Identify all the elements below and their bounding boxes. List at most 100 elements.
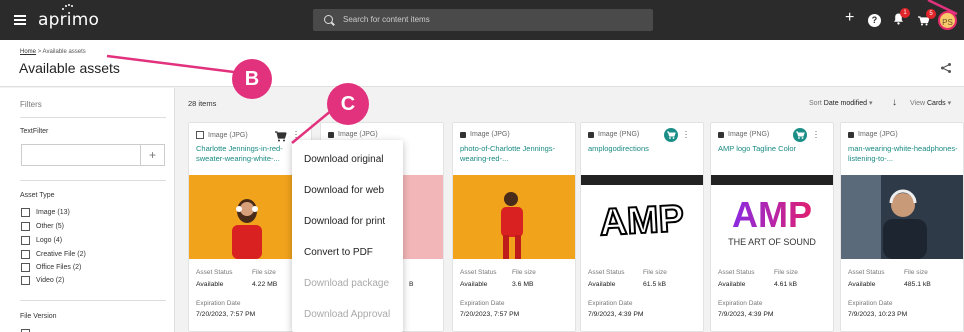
- cart-icon[interactable]: [793, 128, 807, 142]
- asset-type-option[interactable]: Other (5): [21, 221, 64, 231]
- menu-item-download-web[interactable]: Download for web: [304, 185, 384, 196]
- more-options-icon[interactable]: · · ·: [814, 127, 818, 142]
- status-label: Asset Status: [848, 269, 885, 276]
- notification-badge: 1: [900, 8, 910, 18]
- card-title[interactable]: man-wearing-white-headphones-listening-t…: [848, 144, 960, 164]
- status-value: Available: [196, 281, 224, 288]
- top-bar: aprimo Search for content items + ? 1 5 …: [0, 0, 964, 40]
- menu-icon[interactable]: [14, 15, 26, 25]
- asset-type-option[interactable]: Logo (4): [21, 235, 62, 245]
- checkbox[interactable]: [21, 221, 30, 231]
- page-title: Available assets: [19, 60, 120, 76]
- sort-direction-icon[interactable]: ↓: [892, 97, 897, 108]
- cart-badge: 5: [926, 9, 936, 19]
- asset-card[interactable]: Image (PNG) · · · AMP logo Tagline Color A…: [710, 122, 834, 332]
- breadcrumb-separator: >: [37, 49, 42, 55]
- thumb-tagline: THE ART OF SOUND: [728, 237, 816, 247]
- file-version-label: File Version: [20, 313, 57, 320]
- thumbnail[interactable]: [841, 175, 963, 259]
- thumb-logo-text: AMP: [732, 194, 812, 235]
- share-icon[interactable]: [940, 62, 952, 74]
- size-label: File size: [643, 269, 667, 276]
- sort-control[interactable]: Sort Date modified ▾: [809, 99, 872, 107]
- menu-item-download-original[interactable]: Download original: [304, 154, 384, 165]
- size-label: File size: [252, 269, 276, 276]
- size-value: B: [409, 281, 414, 288]
- sort-value[interactable]: Date modified: [824, 100, 867, 107]
- card-title[interactable]: photo-of-Charlotte Jennings-wearing-red-…: [460, 144, 572, 164]
- asset-card[interactable]: Image (PNG) · · · amplogodirections AMP As…: [580, 122, 704, 332]
- status-value: Available: [588, 281, 616, 288]
- thumbnail[interactable]: [453, 175, 575, 259]
- card-type: Image (JPG): [328, 131, 378, 138]
- callout-b: B: [232, 59, 272, 99]
- checkbox[interactable]: [21, 235, 30, 245]
- asset-type-option[interactable]: Creative File (2): [21, 249, 86, 259]
- file-version-option[interactable]: [21, 328, 36, 332]
- page-header: Home > Available assets Available assets: [0, 40, 964, 87]
- cart-icon[interactable]: [273, 129, 287, 143]
- checkbox[interactable]: [21, 275, 30, 285]
- app-logo[interactable]: aprimo: [38, 10, 99, 30]
- image-icon: [460, 131, 466, 138]
- cart-icon[interactable]: [664, 128, 678, 142]
- checkbox[interactable]: [21, 262, 30, 272]
- items-count: 28 items: [188, 99, 217, 108]
- thumbnail[interactable]: AMP: [581, 175, 703, 259]
- view-value[interactable]: Cards: [927, 100, 946, 107]
- menu-item-download-approval: Download Approval: [304, 309, 391, 320]
- size-label: File size: [774, 269, 798, 276]
- image-icon: [848, 131, 854, 138]
- menu-item-download-print[interactable]: Download for print: [304, 216, 385, 227]
- expiration-value: 7/20/2023, 7:57 PM: [460, 311, 520, 318]
- status-value: Available: [718, 281, 746, 288]
- size-value: 4.61 kB: [774, 281, 798, 288]
- status-label: Asset Status: [196, 269, 233, 276]
- expiration-value: 7/9/2023, 4:39 PM: [718, 311, 774, 318]
- more-options-icon[interactable]: · · ·: [294, 127, 298, 142]
- expiration-value: 7/20/2023, 7:57 PM: [196, 311, 256, 318]
- size-value: 4.22 MB: [252, 281, 278, 288]
- divider: [20, 117, 166, 118]
- add-filter-button[interactable]: +: [141, 144, 165, 166]
- asset-card[interactable]: Image (JPG) photo-of-Charlotte Jennings-…: [452, 122, 576, 332]
- filters-heading: Filters: [20, 100, 42, 109]
- checkbox[interactable]: [21, 328, 30, 332]
- type-label: Image (PNG): [728, 131, 770, 138]
- image-icon: [588, 131, 594, 138]
- search-icon: [324, 15, 333, 24]
- thumbnail[interactable]: AMP THE ART OF SOUND: [711, 175, 833, 259]
- size-value: 3.6 MB: [512, 281, 534, 288]
- checkbox[interactable]: [21, 249, 30, 259]
- menu-item-convert-pdf[interactable]: Convert to PDF: [304, 247, 373, 258]
- size-label: File size: [904, 269, 928, 276]
- select-checkbox[interactable]: [196, 131, 204, 139]
- size-value: 61.5 kB: [643, 281, 667, 288]
- view-control[interactable]: View Cards ▾: [910, 99, 951, 107]
- more-options-icon[interactable]: · · ·: [684, 127, 688, 142]
- thumb-logo-text: AMP: [599, 198, 686, 244]
- expiration-label: Expiration Date: [588, 300, 633, 307]
- search-placeholder: Search for content items: [343, 15, 430, 24]
- expiration-label: Expiration Date: [196, 300, 241, 307]
- card-title[interactable]: amplogodirections: [588, 144, 700, 154]
- asset-type-option[interactable]: Video (2): [21, 275, 64, 285]
- breadcrumb-current: Available assets: [42, 49, 86, 55]
- callout-c: C: [327, 83, 369, 125]
- asset-card[interactable]: Image (JPG) man-wearing-white-headphones…: [840, 122, 964, 332]
- download-menu: Download original Download for web Downl…: [292, 140, 403, 332]
- asset-type-label: Asset Type: [20, 192, 55, 199]
- asset-type-option[interactable]: Image (13): [21, 207, 70, 217]
- breadcrumb: Home > Available assets: [20, 49, 86, 55]
- asset-type-option[interactable]: Office Files (2): [21, 262, 81, 272]
- type-label: Image (JPG): [470, 131, 510, 138]
- avatar[interactable]: PS: [938, 11, 957, 30]
- text-filter-input[interactable]: [21, 144, 141, 166]
- breadcrumb-home-link[interactable]: Home: [20, 49, 36, 55]
- help-icon[interactable]: ?: [868, 14, 881, 27]
- plus-icon[interactable]: +: [845, 10, 854, 26]
- checkbox[interactable]: [21, 207, 30, 217]
- card-title[interactable]: AMP logo Tagline Color: [718, 144, 830, 154]
- search-bar[interactable]: Search for content items: [313, 9, 653, 31]
- type-label: Image (JPG): [208, 131, 248, 139]
